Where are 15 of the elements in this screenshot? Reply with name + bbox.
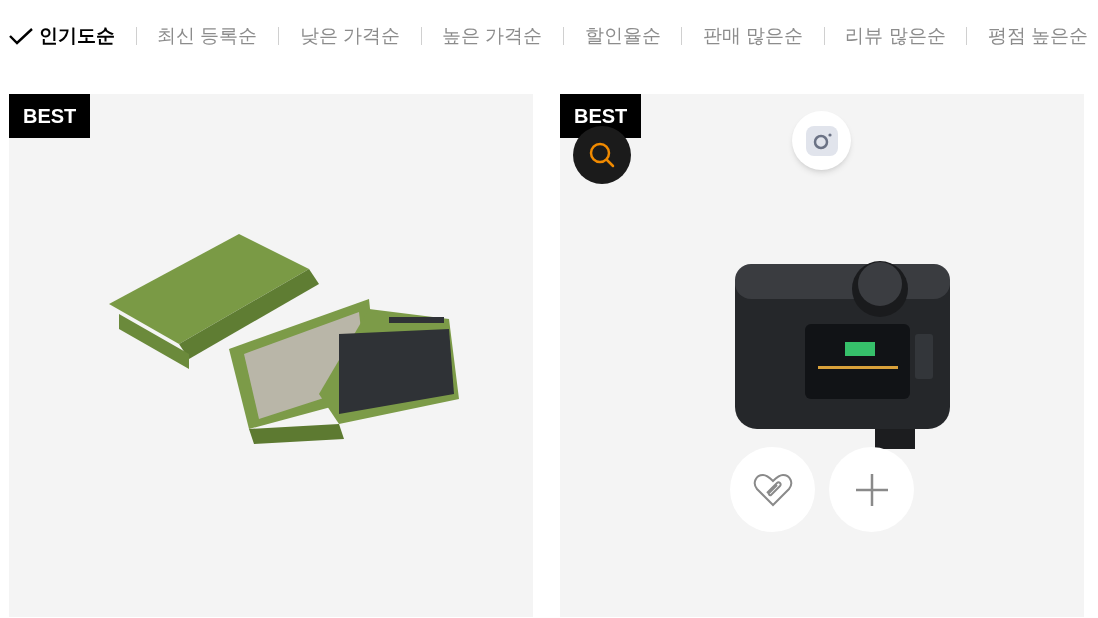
sort-option[interactable]: 인기도순	[9, 21, 115, 51]
sort-option[interactable]: 최신 등록순	[157, 21, 258, 51]
heart-clip-icon	[752, 472, 793, 507]
best-badge: BEST	[560, 94, 642, 138]
sort-option[interactable]: 평점 높은순	[987, 21, 1088, 51]
plus-icon	[854, 472, 889, 507]
sort-option[interactable]: 낮은 가격순	[299, 21, 400, 51]
sort-option[interactable]: 할인율순	[584, 21, 661, 51]
camera-icon	[805, 125, 838, 156]
best-badge: BEST	[9, 94, 91, 138]
sort-option[interactable]: 리뷰 많은순	[845, 21, 946, 51]
sort-option[interactable]: 판매 많은순	[702, 21, 804, 51]
search-icon	[588, 141, 616, 169]
sort-option[interactable]: 높은 가격순	[442, 21, 543, 51]
check-icon	[9, 27, 33, 45]
